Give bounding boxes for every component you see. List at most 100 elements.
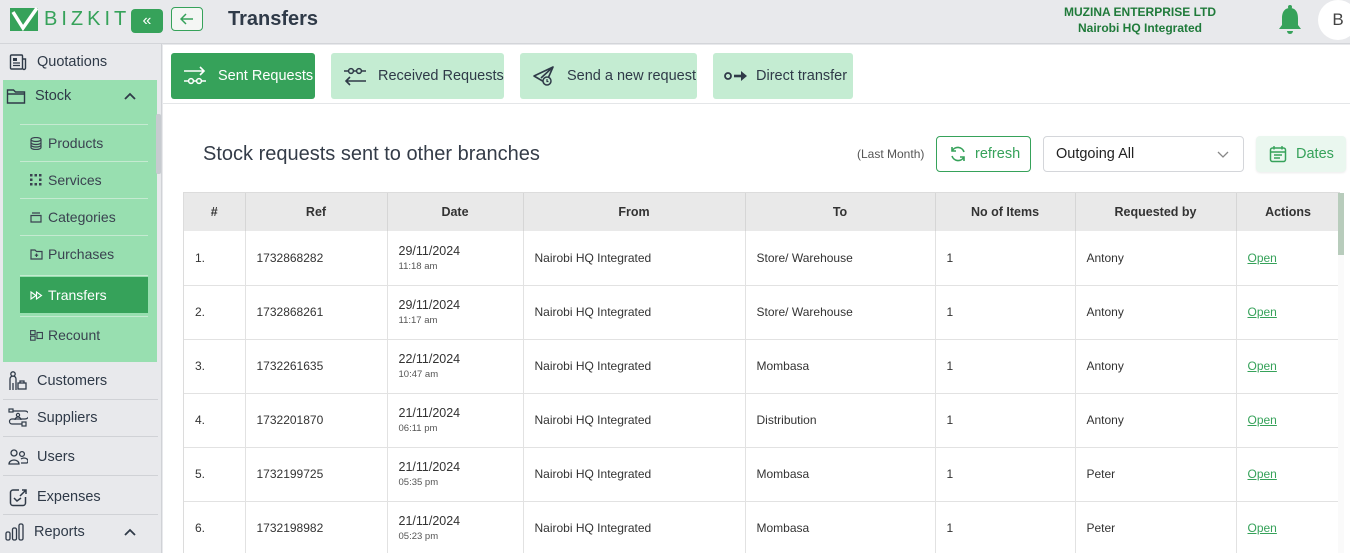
column-header[interactable]: Date (387, 193, 524, 231)
date-cell: 21/11/2024 05:35 pm (387, 447, 524, 502)
time-value: 11:18 am (398, 260, 438, 272)
expenses-icon (8, 487, 28, 507)
actions-cell: Open (1236, 285, 1339, 340)
column-header[interactable]: From (523, 193, 746, 231)
sidebar-subitem-label: Recount (48, 327, 101, 343)
column-header[interactable]: Ref (245, 193, 388, 231)
customer-icon (8, 371, 28, 391)
open-link[interactable]: Open (1248, 359, 1277, 373)
divider (3, 436, 158, 437)
open-link[interactable]: Open (1248, 251, 1277, 265)
column-header[interactable]: Actions (1236, 193, 1339, 231)
chevron-up-icon (124, 89, 136, 103)
requested-by-cell: Antony (1075, 393, 1237, 448)
table-row[interactable]: 3. 1732261635 22/11/2024 10:47 am Nairobi HQ… (184, 339, 1339, 394)
table-row[interactable]: 6. 1732198982 21/11/2024 05:23 pm Nairobi HQ… (184, 501, 1339, 553)
row-number: 4. (184, 393, 246, 448)
top-bar: BIZKIT « Transfers MUZINA ENTERPRISE LTD… (0, 0, 1350, 44)
to-cell: Mombasa (745, 447, 936, 502)
sidebar-subitem-label: Purchases (48, 246, 115, 262)
back-button[interactable] (171, 7, 203, 31)
sidebar-item-label: Stock (35, 88, 72, 104)
items-cell: 1 (935, 447, 1076, 502)
arrow-left-icon (180, 13, 193, 25)
sidebar-item-expenses[interactable]: Expenses (3, 479, 158, 515)
requested-by-cell: Peter (1075, 501, 1237, 553)
bell-icon[interactable] (1277, 5, 1303, 35)
sidebar-item-suppliers[interactable]: Suppliers (3, 400, 158, 436)
open-link[interactable]: Open (1248, 413, 1277, 427)
sidebar-item-quotations[interactable]: Quotations (3, 44, 158, 80)
tab-send-new-request[interactable]: Send a new request (520, 53, 697, 99)
date-value: 21/11/2024 (398, 460, 461, 474)
to-cell: Store/ Warehouse (745, 285, 936, 340)
items-cell: 1 (935, 285, 1076, 340)
table-scrollbar-thumb[interactable] (1338, 193, 1344, 255)
column-header[interactable]: Requested by (1075, 193, 1237, 231)
company-name: MUZINA ENTERPRISE LTD (1064, 5, 1216, 19)
to-cell: Store/ Warehouse (745, 231, 936, 286)
from-cell: Nairobi HQ Integrated (523, 231, 746, 286)
table-row[interactable]: 2. 1732868261 29/11/2024 11:17 am Nairobi HQ… (184, 285, 1339, 340)
date-value: 21/11/2024 (398, 514, 461, 528)
tab-direct-transfer[interactable]: Direct transfer (713, 53, 853, 99)
sidebar-subitem-categories[interactable]: Categories (20, 200, 148, 234)
items-cell: 1 (935, 393, 1076, 448)
table-row[interactable]: 1. 1732868282 29/11/2024 11:18 am Nairobi HQ… (184, 231, 1339, 286)
collapse-sidebar-button[interactable]: « (131, 9, 163, 33)
database-icon (29, 136, 43, 150)
tab-sent-requests[interactable]: Sent Requests (171, 53, 315, 99)
sidebar-subitem-label: Categories (48, 209, 116, 225)
requested-by-cell: Antony (1075, 231, 1237, 286)
divider (20, 316, 148, 317)
column-header[interactable]: No of Items (935, 193, 1076, 231)
open-link[interactable]: Open (1248, 467, 1277, 481)
items-cell: 1 (935, 501, 1076, 553)
date-value: 22/11/2024 (398, 352, 461, 366)
actions-cell: Open (1236, 501, 1339, 553)
calendar-icon (1269, 145, 1287, 163)
supplier-icon (8, 408, 28, 428)
sidebar-subitem-products[interactable]: Products (20, 126, 148, 160)
to-cell: Mombasa (745, 339, 936, 394)
column-header[interactable]: # (184, 193, 246, 231)
table-row[interactable]: 5. 1732199725 21/11/2024 05:35 pm Nairobi HQ… (184, 447, 1339, 502)
sidebar-item-reports[interactable]: Reports (3, 514, 158, 550)
sidebar-subitem-recount[interactable]: Recount (20, 318, 148, 352)
tab-label: Direct transfer (756, 68, 848, 84)
sidebar-subitem-services[interactable]: Services (20, 163, 148, 197)
logo-mark-icon (10, 6, 39, 32)
logo[interactable]: BIZKIT (10, 4, 130, 34)
chevron-up-icon (124, 525, 136, 539)
sidebar-scrollbar[interactable] (156, 114, 161, 174)
actions-cell: Open (1236, 447, 1339, 502)
chevron-down-icon (1217, 151, 1229, 158)
items-cell: 1 (935, 231, 1076, 286)
requested-by-cell: Peter (1075, 447, 1237, 502)
tab-received-requests[interactable]: Received Requests (331, 53, 504, 99)
divider (20, 275, 148, 276)
sidebar-subitem-purchases[interactable]: Purchases (20, 237, 148, 271)
date-cell: 29/11/2024 11:18 am (387, 231, 524, 286)
avatar[interactable]: B (1318, 0, 1350, 40)
sidebar-subitem-transfers[interactable]: Transfers (20, 277, 148, 313)
divider (3, 475, 158, 476)
time-value: 05:23 pm (398, 531, 439, 542)
direction-filter-select[interactable]: Outgoing All (1043, 136, 1244, 172)
sidebar-item-customers[interactable]: Customers (3, 363, 158, 399)
refresh-button[interactable]: refresh (936, 136, 1031, 172)
open-link[interactable]: Open (1248, 521, 1277, 535)
folder-plus-icon (29, 247, 43, 261)
divider (20, 198, 148, 199)
dates-button[interactable]: Dates (1256, 136, 1346, 172)
row-number: 5. (184, 447, 246, 502)
sidebar-item-label: Customers (37, 373, 108, 389)
sidebar-item-users[interactable]: Users (3, 439, 158, 475)
sidebar-item-stock[interactable]: Stock (3, 78, 158, 114)
column-header[interactable]: To (745, 193, 936, 231)
open-link[interactable]: Open (1248, 305, 1277, 319)
sidebar-subitem-label: Products (48, 135, 104, 151)
time-value: 10:47 am (398, 369, 439, 380)
table-row[interactable]: 4. 1732201870 21/11/2024 06:11 pm Nairobi HQ… (184, 393, 1339, 448)
sidebar-subitem-label: Services (48, 172, 102, 188)
